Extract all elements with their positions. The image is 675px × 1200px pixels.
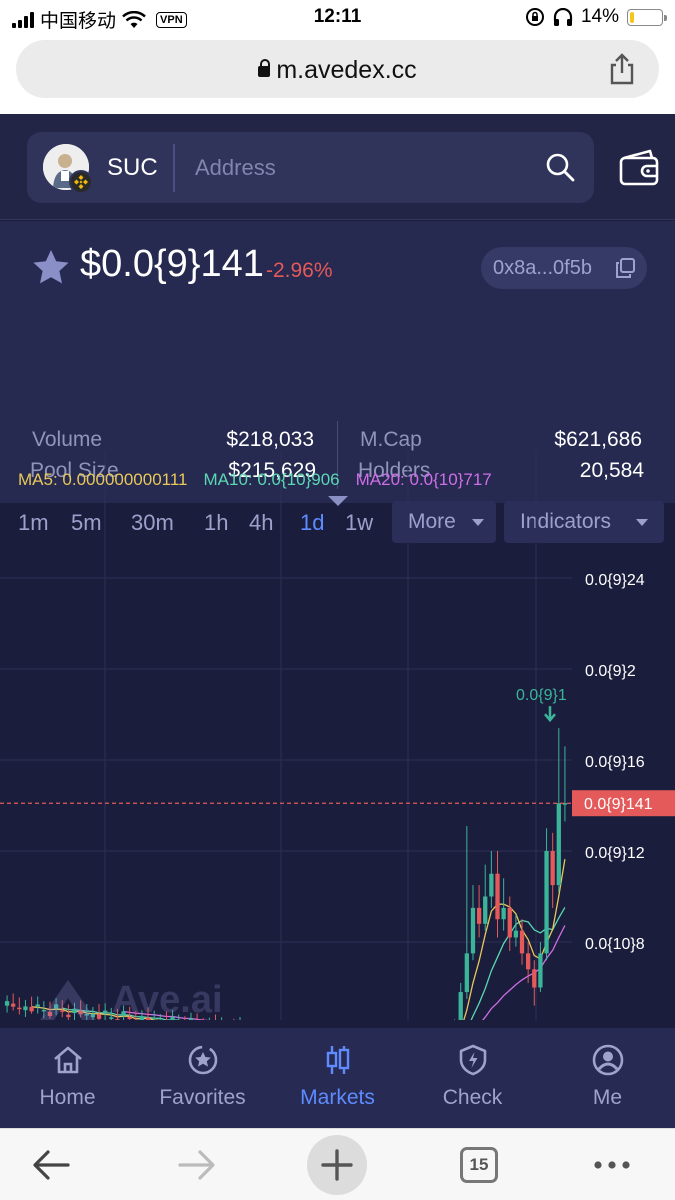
contract-address-chip[interactable]: 0x8a...0f5b <box>481 247 647 289</box>
forward-arrow-icon[interactable] <box>172 1141 220 1189</box>
tab-check[interactable]: Check <box>405 1028 540 1128</box>
check-icon <box>459 1044 487 1076</box>
candle-body <box>538 953 543 988</box>
bottom-tab-bar: Home Favorites Markets Check Me <box>0 1028 675 1128</box>
candle-body <box>464 953 469 993</box>
status-bar: 中国移动 VPN 12:11 14% <box>0 0 675 34</box>
lock-icon <box>258 59 271 77</box>
profile-icon <box>592 1044 624 1076</box>
mcap-value: $621,686 <box>554 428 642 451</box>
candle-body <box>526 953 531 970</box>
wallet-icon[interactable] <box>618 148 660 186</box>
candle-body <box>513 930 519 938</box>
token-search-box[interactable]: SUC <box>27 132 594 203</box>
copy-icon[interactable] <box>615 258 635 278</box>
y-axis-label: 0.0{9}24 <box>585 572 645 589</box>
address-input[interactable] <box>195 144 535 192</box>
more-options-icon[interactable] <box>588 1141 636 1189</box>
url-display[interactable]: m.avedex.cc <box>16 56 659 85</box>
y-axis-label: 0.0{10}8 <box>585 936 645 953</box>
candle-body <box>532 969 537 988</box>
battery-percent: 14% <box>580 6 619 27</box>
ave-watermark: Ave.ai <box>38 978 223 1022</box>
share-icon[interactable] <box>607 53 637 85</box>
favorites-icon <box>188 1045 218 1075</box>
volume-value: $218,033 <box>226 428 314 451</box>
candle-body <box>483 896 488 924</box>
search-icon[interactable] <box>545 152 575 182</box>
y-axis-label: 0.0{9}16 <box>585 754 645 771</box>
candle-body <box>544 851 549 954</box>
status-right: 14% <box>525 6 667 28</box>
ma5-legend: MA5: 0.000000000111 <box>18 470 188 489</box>
token-price: $0.0{9}141 <box>80 243 264 285</box>
tab-markets-label: Markets <box>300 1086 375 1109</box>
candle-body <box>17 1007 22 1010</box>
candle-body <box>495 873 500 920</box>
contract-address: 0x8a...0f5b <box>493 257 592 279</box>
mcap-label: M.Cap <box>360 428 422 451</box>
browser-url-area: m.avedex.cc <box>0 34 675 114</box>
candle-body <box>11 1003 16 1007</box>
ma-legend: MA5: 0.000000000111 MA10: 0.0{10}906 MA20:… <box>18 470 492 490</box>
current-price-label: 0.0{9}141 <box>584 796 653 813</box>
candle-body <box>23 1006 28 1011</box>
watermark-text: Ave.ai <box>112 978 223 1021</box>
new-tab-button[interactable] <box>307 1135 367 1195</box>
battery-level <box>630 11 635 23</box>
plus-icon <box>321 1149 353 1181</box>
candle-body <box>4 1001 10 1006</box>
candle-body <box>489 873 494 897</box>
tabs-count-button[interactable]: 15 <box>460 1147 498 1183</box>
tab-markets[interactable]: Markets <box>270 1028 405 1128</box>
tab-check-label: Check <box>442 1086 503 1109</box>
search-divider <box>173 144 175 192</box>
high-arrow-icon <box>544 706 556 723</box>
token-symbol[interactable]: SUC <box>107 154 158 182</box>
candle-body <box>476 907 482 924</box>
candle-body <box>519 930 525 954</box>
tab-home-label: Home <box>39 1086 96 1109</box>
browser-toolbar: 15 <box>0 1128 675 1200</box>
markets-icon <box>326 1046 350 1074</box>
candlestick-chart[interactable]: 0.0{9}24 0.0{9}2 0.0{9}16 0.0{9}12 0.0{10}8 0… <box>0 450 675 1020</box>
candle-body <box>507 907 512 938</box>
price-chart[interactable]: 0.0{9}24 0.0{9}2 0.0{9}16 0.0{9}12 0.0{10}8 0… <box>0 450 675 1020</box>
back-arrow-icon[interactable] <box>28 1141 76 1189</box>
price-change: -2.96% <box>266 259 333 282</box>
app-screen: SUC $0.0{9}141 -2.96% 0x8a...0f5b <box>0 114 675 1128</box>
candle-body <box>458 992 463 1020</box>
candle-body <box>470 907 476 954</box>
tab-favorites-label: Favorites <box>159 1086 246 1109</box>
candle-body <box>550 851 555 886</box>
tab-favorites[interactable]: Favorites <box>135 1028 270 1128</box>
candle-body <box>501 907 506 920</box>
headphones-icon <box>553 8 573 26</box>
candle-body <box>556 803 561 886</box>
rotation-lock-icon <box>525 8 544 26</box>
tab-home[interactable]: Home <box>0 1028 135 1128</box>
tab-me-label: Me <box>592 1086 623 1109</box>
volume-label: Volume <box>32 428 103 451</box>
high-price-marker: 0.0{9}1 <box>516 687 567 704</box>
bnb-chain-icon <box>69 170 93 194</box>
y-axis-label: 0.0{9}12 <box>585 845 645 862</box>
ave-logo-icon <box>40 980 96 1020</box>
candle-body <box>29 1006 34 1012</box>
favorite-star-icon[interactable] <box>32 249 70 285</box>
url-text: m.avedex.cc <box>276 56 417 84</box>
battery-icon <box>627 8 667 26</box>
url-bar[interactable]: m.avedex.cc <box>16 40 659 98</box>
tab-me[interactable]: Me <box>540 1028 675 1128</box>
ma10-legend: MA10: 0.0{10}906 <box>203 470 340 489</box>
ma20-legend: MA20: 0.0{10}717 <box>355 470 492 489</box>
home-icon <box>54 1046 82 1074</box>
y-axis-label: 0.0{9}2 <box>585 663 636 680</box>
search-header: SUC <box>0 114 675 220</box>
